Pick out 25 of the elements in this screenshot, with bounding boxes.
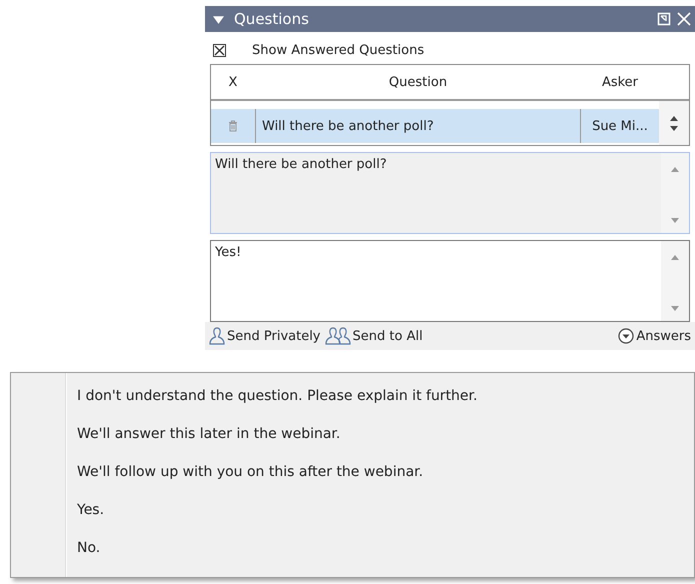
people-icon	[324, 327, 351, 345]
scroll-up-icon[interactable]	[670, 116, 678, 120]
send-button[interactable]: Send Privately	[209, 327, 321, 345]
panel-title: Questions	[234, 10, 309, 28]
scrollbar[interactable]	[659, 101, 689, 145]
menu-item[interactable]: We'll answer this later in the webinar.	[77, 415, 694, 453]
dropdown-circle-icon	[618, 328, 634, 344]
column-header[interactable]: Asker	[581, 74, 659, 90]
send-button[interactable]: Send to All	[324, 327, 423, 345]
question-cell-text: Will there be another poll?	[261, 118, 435, 136]
undock-icon[interactable]	[657, 12, 671, 26]
menu-item[interactable]: Yes.	[77, 491, 694, 529]
scroll-down-icon[interactable]	[670, 126, 678, 130]
answers-dropdown[interactable]: Answers	[618, 328, 691, 344]
checkbox[interactable]	[213, 44, 226, 56]
column-header[interactable]: X	[211, 74, 255, 90]
menu-item[interactable]: No.	[77, 529, 694, 567]
collapse-triangle-icon[interactable]	[213, 14, 224, 24]
column-header[interactable]: Question	[255, 74, 581, 90]
menu-item[interactable]: We'll follow up with you on this after the webinar.	[77, 453, 694, 491]
close-icon[interactable]	[677, 12, 691, 26]
question-row[interactable]: Will there be another poll? Sue Mi...	[211, 109, 659, 143]
person-icon	[209, 327, 225, 345]
menu-item[interactable]: I don't understand the question. Please explain it further.	[77, 377, 694, 415]
checkbox-label: Show Answered Questions	[252, 42, 424, 58]
